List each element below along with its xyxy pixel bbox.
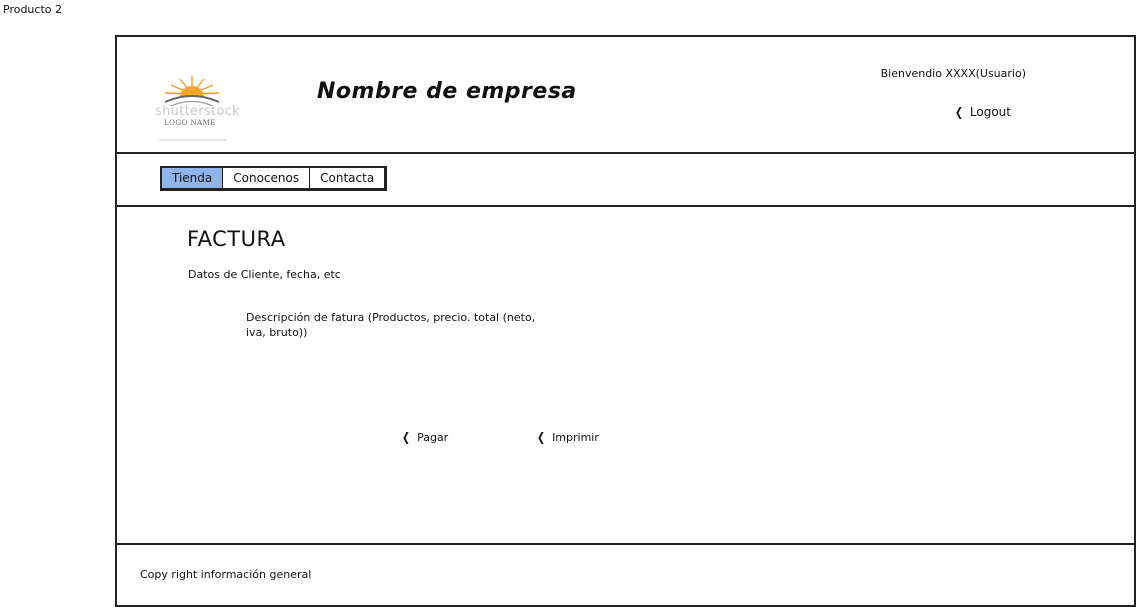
main-nav: Tienda Conocenos Contacta — [117, 152, 1134, 207]
print-button[interactable]: ❮ Imprimir — [536, 430, 599, 444]
tab-contacta[interactable]: Contacta — [310, 168, 385, 188]
footer-text: Copy right información general — [140, 568, 312, 581]
pay-label: Pagar — [417, 430, 449, 444]
chevron-left-icon: ❮ — [537, 430, 546, 444]
logo-name: LOGO NAME — [164, 119, 216, 127]
nav-tabs: Tienda Conocenos Contacta — [160, 166, 388, 191]
invoice-content: FACTURA Datos de Cliente, fecha, etc Des… — [117, 205, 1134, 545]
footer: Copy right información general — [117, 543, 1134, 605]
company-logo: shutterstock LOGO NAME — [147, 72, 240, 142]
logout-label: Logout — [969, 105, 1011, 119]
invoice-description: Descripción de fatura (Productos, precio… — [246, 311, 536, 339]
tab-tienda[interactable]: Tienda — [162, 168, 224, 188]
chevron-left-icon: ❮ — [954, 105, 963, 119]
logo-wordmark: shutterstock — [155, 104, 240, 119]
company-name: Nombre de empresa — [317, 79, 577, 104]
page-label: Producto 2 — [3, 3, 62, 16]
pay-button[interactable]: ❮ Pagar — [401, 430, 448, 444]
client-data: Datos de Cliente, fecha, etc — [188, 268, 341, 281]
tab-conocenos[interactable]: Conocenos — [223, 168, 311, 188]
chevron-left-icon: ❮ — [402, 430, 411, 444]
logout-link[interactable]: ❮ Logout — [954, 105, 1011, 119]
welcome-message: Bienvendio XXXX(Usuario) — [880, 67, 1026, 80]
print-label: Imprimir — [552, 430, 599, 444]
page-title: FACTURA — [187, 227, 286, 251]
header: shutterstock LOGO NAME Nombre de empresa… — [117, 37, 1134, 154]
page-frame: shutterstock LOGO NAME Nombre de empresa… — [115, 35, 1136, 607]
